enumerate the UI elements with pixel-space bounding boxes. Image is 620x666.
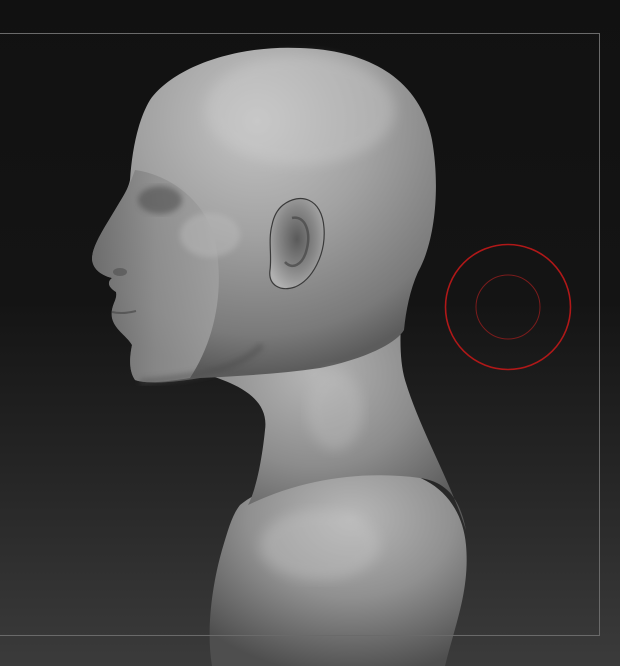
brush-cursor-icon bbox=[444, 243, 572, 371]
brush-inner-ring bbox=[475, 274, 541, 340]
cranium-highlight bbox=[205, 55, 395, 165]
nostril-shadow bbox=[113, 268, 127, 276]
neck-highlight bbox=[307, 370, 363, 450]
eye-socket-shadow bbox=[138, 186, 182, 214]
cheek-highlight bbox=[180, 213, 240, 257]
chest-highlight bbox=[260, 510, 380, 580]
viewport-canvas[interactable] bbox=[0, 0, 620, 666]
brush-outer-ring bbox=[444, 243, 572, 371]
